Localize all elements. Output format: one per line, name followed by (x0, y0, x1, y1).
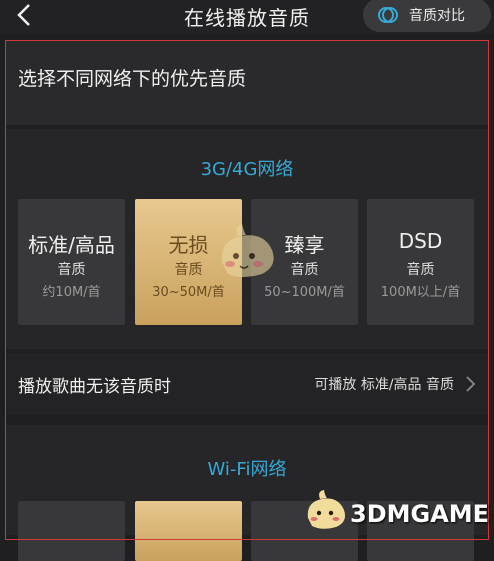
quality-card-subtitle: 音质 (57, 262, 86, 278)
wifi-quality-card-lossless[interactable] (135, 501, 242, 561)
fallback-label: 播放歌曲无该音质时 (18, 377, 171, 397)
quality-card-subtitle: 音质 (406, 262, 435, 278)
watermark-mascot-icon (221, 224, 274, 277)
wifi-network-title: Wi-Fi网络 (207, 459, 287, 480)
fallback-quality-row[interactable]: 播放歌曲无该音质时 可播放 标准/高品 音质 (6, 353, 488, 415)
chevron-right-icon (466, 376, 476, 392)
watermark-logo-icon (307, 490, 345, 529)
quality-card-size: 约10M/首 (42, 285, 101, 300)
fallback-value: 可播放 标准/高品 音质 (314, 377, 454, 393)
quality-compare-button[interactable]: 音质对比 (363, 0, 491, 32)
wifi-quality-card-standard[interactable] (18, 501, 125, 561)
quality-card-size: 100M以上/首 (380, 285, 461, 300)
section-subtitle: 选择不同网络下的优先音质 (18, 68, 247, 90)
quality-card-dsd[interactable]: DSD 音质 100M以上/首 (367, 199, 474, 325)
watermark-text: 3DMGAME (350, 500, 490, 528)
quality-card-standard[interactable]: 标准/高品 音质 约10M/首 (18, 199, 125, 325)
quality-compare-label: 音质对比 (409, 8, 465, 24)
overlap-circles-icon (378, 7, 398, 23)
mobile-network-title: 3G/4G网络 (200, 159, 294, 180)
quality-card-name: DSD (398, 229, 443, 253)
quality-card-name: 标准/高品 (28, 233, 115, 257)
app-header: 在线播放音质 音质对比 (0, 0, 494, 34)
